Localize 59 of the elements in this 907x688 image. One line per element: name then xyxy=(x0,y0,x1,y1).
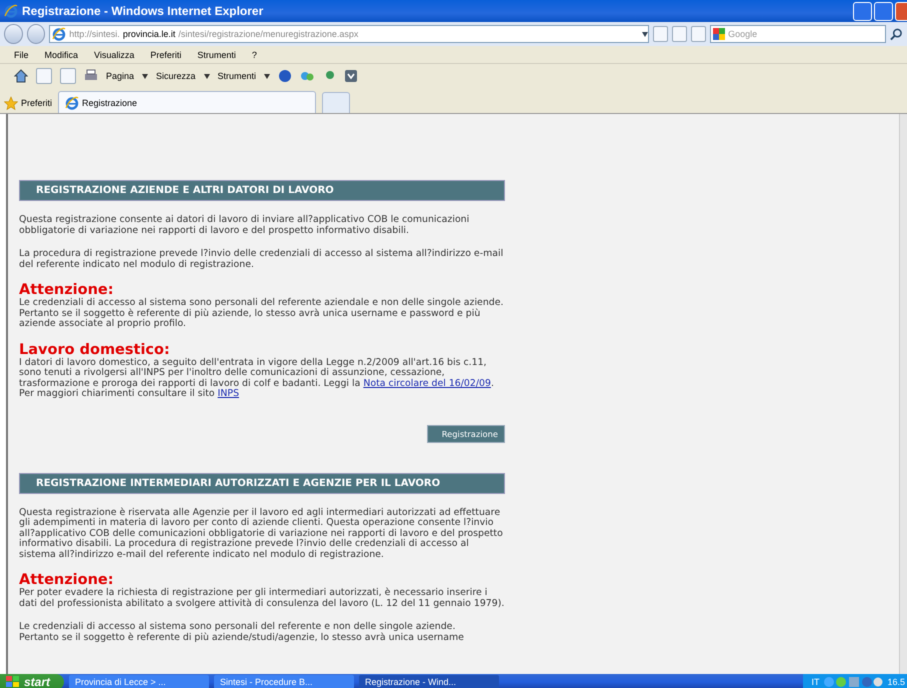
link[interactable]: Nota circolare del 16/02/09 xyxy=(363,378,491,388)
flag-icon xyxy=(6,676,20,688)
paragraph: La procedura di registrazione prevede l?invio delle credenziali di accesso al sistema all?indirizzo e-mail del referente indicato nel modulo di registrazione. xyxy=(19,249,504,270)
menu-item[interactable]: ? xyxy=(252,50,257,60)
printer-icon[interactable] xyxy=(84,69,98,83)
dropdown-icon[interactable] xyxy=(642,32,648,36)
url-text: provincia.le.it xyxy=(122,29,176,39)
download-icon[interactable] xyxy=(344,69,358,83)
warning-heading: Lavoro domestico: xyxy=(19,342,171,358)
favorites-button[interactable]: Preferiti xyxy=(4,93,52,113)
minimize-button[interactable] xyxy=(853,2,872,20)
taskbar-button[interactable]: Provincia di Lecce > ... xyxy=(69,675,210,688)
caret-icon[interactable] xyxy=(204,74,210,78)
section-header: REGISTRAZIONE INTERMEDIARI AUTORIZZATI E AGENZIE PER IL LAVORO xyxy=(19,472,505,494)
caret-icon[interactable] xyxy=(264,74,270,78)
window-title: Registrazione - Windows Internet Explorer xyxy=(22,4,264,18)
address-field[interactable]: http://sintesi. provincia.le.it /sintesi/registrazione/menuregistrazione.aspx xyxy=(49,25,650,43)
menu-item[interactable]: Strumenti xyxy=(197,50,236,60)
restore-button[interactable] xyxy=(874,2,893,20)
taskbar-button[interactable]: Registrazione - Wind... xyxy=(359,675,500,688)
home-icon[interactable] xyxy=(14,69,28,83)
toolbar-menu[interactable]: Strumenti xyxy=(218,71,256,81)
caret-icon[interactable] xyxy=(142,74,148,78)
toolbar-menu[interactable]: Pagina xyxy=(106,71,134,81)
search-bar[interactable]: Google xyxy=(710,25,886,43)
paragraph: Pertanto se il soggetto è referente di più aziende/studi/agenzie, lo stesso avrà unica username xyxy=(19,632,465,643)
warning-heading: Attenzione: xyxy=(19,283,115,298)
browser-icon xyxy=(4,4,18,18)
menu-item[interactable]: Visualizza xyxy=(94,50,134,60)
taskbar-button[interactable]: Sintesi - Procedure B... xyxy=(214,675,354,688)
scrollbar[interactable] xyxy=(899,114,907,674)
browser-icon xyxy=(65,96,80,110)
paragraph: Per poter evadere la richiesta di registrazione per gli intermediari autorizzati, è necessario inserire i dati del professionista abilitato a svolgere attività di consulenza del lavoro (L. 12 del 11 gennaio 1979). xyxy=(19,588,505,609)
warning-heading: Attenzione: xyxy=(19,573,115,588)
paragraph: I datori di lavoro domestico, a seguito dell'entrata in vigore della Legge n.2/2009 all'art.16 bis c.11, sono tenuti a rivolgersi all'INPS per l'inoltro delle comunicazioni di assunzione, cessazione, trasformazione e proroga dei rapporti di lavoro di colf e badanti. Leggi la Nota circolare del 16/02/09. xyxy=(19,358,495,388)
browser-icon xyxy=(52,27,66,41)
tray-icons-drawing xyxy=(823,676,884,688)
star-icon xyxy=(4,96,18,110)
paragraph: Le credenziali di accesso al sistema sono personali del referente aziendale e non delle singole aziende. Pertanto se il soggetto è referente di più aziende, lo stesso avrà unica username e password e più aziende associate al proprio profilo. xyxy=(19,298,504,330)
close-button[interactable] xyxy=(895,2,907,20)
clock: 16.5 xyxy=(887,677,905,687)
paragraph: Questa registrazione consente ai datori di lavoro di inviare all?applicativo COB le comunicazioni obbligatorie di variazione nei rapporti di lavoro e del prospetto informativo disabili. xyxy=(19,215,470,236)
browser-tab[interactable]: Registrazione xyxy=(58,91,316,113)
url-text: http://sintesi. xyxy=(69,29,120,39)
menu-item[interactable]: Preferiti xyxy=(150,50,182,60)
paragraph: Le credenziali di accesso al sistema sono personali del referente e non delle singole aziende. xyxy=(19,622,456,632)
toolbar-menu[interactable]: Sicurezza xyxy=(156,71,196,81)
link[interactable]: INPS xyxy=(218,388,240,399)
menu-item[interactable]: File xyxy=(14,50,29,60)
url-text: /sintesi/registrazione/menuregistrazione.aspx xyxy=(178,29,358,39)
search-icon[interactable] xyxy=(890,27,903,41)
register-button[interactable]: Registrazione xyxy=(426,424,505,442)
section-header: REGISTRAZIONE AZIENDE E ALTRI DATORI DI LAVORO xyxy=(19,180,505,201)
search-provider-icon xyxy=(713,28,726,40)
search-field[interactable]: Google xyxy=(728,29,878,39)
start-button[interactable]: start xyxy=(0,674,64,688)
menu-item[interactable]: Modifica xyxy=(44,50,78,60)
paragraph: Per maggiori chiarimenti consultare il sito INPS xyxy=(19,389,240,400)
paragraph: Questa registrazione è riservata alle Agenzie per il lavoro ed agli intermediari autorizzati ad effettuare gli adempimenti in materia di lavoro per conto di aziende clienti. Questa operazione consente l?invio all?applicativo COB delle comunicazioni obbligatorie di variazione nei rapporti di lavoro e del prospetto informativo disabili. La procedura di registrazione prevede l?invio delle credenziali di accesso al sistema all?indirizzo e-mail del referente indicato nel modulo di registrazione. xyxy=(19,508,504,560)
